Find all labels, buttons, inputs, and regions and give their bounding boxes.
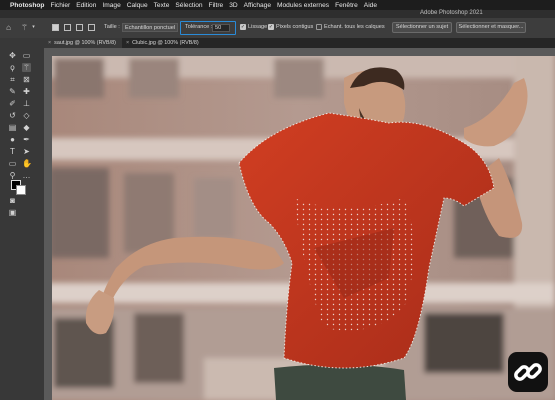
background-color-swatch[interactable] (16, 185, 26, 195)
window-titlebar: Adobe Photoshop 2021 (0, 10, 555, 18)
brush-tool-icon[interactable]: ✐ (8, 99, 17, 108)
menu-fenetre[interactable]: Fenêtre (335, 2, 358, 9)
echant-checkbox[interactable] (316, 24, 322, 30)
intersect-selection-icon[interactable] (88, 24, 95, 31)
lissage-checkbox[interactable]: ✓ (240, 24, 246, 30)
pixels-contigus-checkbox[interactable]: ✓ (268, 24, 274, 30)
taille-dropdown[interactable]: Echantillon ponctuel (122, 23, 178, 32)
hand-tool-icon[interactable]: ✋ (22, 159, 32, 168)
menu-edition[interactable]: Edition (76, 2, 96, 9)
tab-clubic-label: Clubic.jpg @ 100% (RVB/8) (132, 40, 199, 46)
menu-texte[interactable]: Texte (154, 2, 170, 9)
eraser-tool-icon[interactable]: ◇ (22, 111, 31, 120)
rectangle-tool-icon[interactable]: ▭ (8, 159, 17, 168)
echant-label: Echant. tous les calques (324, 24, 385, 30)
history-brush-icon[interactable]: ↺ (8, 111, 17, 120)
subtract-selection-icon[interactable] (76, 24, 83, 31)
menu-image[interactable]: Image (102, 2, 120, 9)
magic-wand-icon[interactable]: ⚚ (20, 23, 29, 32)
add-to-selection-icon[interactable] (64, 24, 71, 31)
photo-image (44, 48, 555, 400)
tool-preset-chevron-icon[interactable]: ▾ (29, 23, 38, 32)
menu-aide[interactable]: Aide (364, 2, 377, 9)
pen-tool-icon[interactable]: ✒ (22, 135, 31, 144)
menu-filtre[interactable]: Filtre (209, 2, 224, 9)
link-icon (514, 363, 542, 381)
pixels-contigus-label: Pixels contigus (276, 24, 314, 30)
left-ruler (44, 48, 52, 400)
select-and-mask-button[interactable]: Sélectionner et masquer... (456, 22, 526, 33)
quick-mask-icon[interactable]: ◙ (8, 196, 17, 205)
tolerance-input[interactable]: 50 (212, 24, 230, 32)
taille-label: Taille : (104, 24, 120, 30)
frame-tool-icon[interactable]: ⊠ (22, 75, 31, 84)
path-selection-icon[interactable]: ➤ (22, 147, 31, 156)
new-selection-icon[interactable] (52, 24, 59, 31)
tools-panel: ✥ ▭ ϙ ⚚ ⌗ ⊠ ✎ ✚ ✐ ⊥ ↺ ◇ ▤ ◆ ● ✒ T ➤ ▭ ✋ … (0, 38, 45, 400)
options-bar: ⌂ ⚚ ▾ Taille : Echantillon ponctuel Tolé… (0, 18, 555, 39)
tolerance-label: Tolérance : (185, 24, 213, 30)
screen-mode-icon[interactable]: ▣ (8, 208, 17, 217)
document-canvas[interactable] (44, 48, 555, 400)
zoom-tool-icon[interactable]: ⚲ (8, 171, 17, 180)
stamp-tool-icon[interactable]: ⊥ (22, 99, 31, 108)
gradient-tool-icon[interactable]: ▤ (8, 123, 17, 132)
lissage-label: Lissage (248, 24, 268, 30)
crop-tool-icon[interactable]: ⌗ (8, 75, 17, 84)
healing-tool-icon[interactable]: ✚ (22, 87, 31, 96)
menu-selection[interactable]: Sélection (175, 2, 202, 9)
menu-3d[interactable]: 3D (229, 2, 237, 9)
magic-wand-tool-icon[interactable]: ⚚ (22, 63, 31, 72)
menu-affichage[interactable]: Affichage (244, 2, 271, 9)
blur-tool-icon[interactable]: ◆ (22, 123, 31, 132)
chain-link-logo (508, 352, 548, 392)
menu-fichier[interactable]: Fichier (50, 2, 70, 9)
tab-saut[interactable]: × saut.jpg @ 100% (RVB/8) (44, 38, 122, 48)
dodge-tool-icon[interactable]: ● (8, 135, 17, 144)
select-subject-button[interactable]: Sélectionner un sujet (392, 22, 452, 33)
window-title: Adobe Photoshop 2021 (420, 10, 483, 16)
close-icon[interactable]: × (126, 40, 129, 46)
tab-saut-label: saut.jpg @ 100% (RVB/8) (54, 40, 116, 46)
eyedropper-tool-icon[interactable]: ✎ (8, 87, 17, 96)
artboard-tool-icon[interactable]: ▭ (22, 51, 31, 60)
menu-modules-externes[interactable]: Modules externes (277, 2, 329, 9)
move-tool-icon[interactable]: ✥ (8, 51, 17, 60)
close-icon[interactable]: × (48, 40, 51, 46)
menu-photoshop[interactable]: Photoshop (10, 2, 44, 9)
type-tool-icon[interactable]: T (8, 147, 17, 156)
menu-calque[interactable]: Calque (127, 2, 148, 9)
document-tabs: × saut.jpg @ 100% (RVB/8) × Clubic.jpg @ 1… (44, 38, 555, 48)
tab-clubic[interactable]: × Clubic.jpg @ 100% (RVB/8) (122, 38, 222, 48)
home-icon[interactable]: ⌂ (4, 23, 13, 32)
menu-bar: Photoshop Fichier Edition Image Calque T… (0, 0, 555, 10)
more-tools-icon[interactable]: … (22, 171, 31, 180)
top-ruler (44, 48, 555, 56)
lasso-tool-icon[interactable]: ϙ (8, 63, 17, 72)
